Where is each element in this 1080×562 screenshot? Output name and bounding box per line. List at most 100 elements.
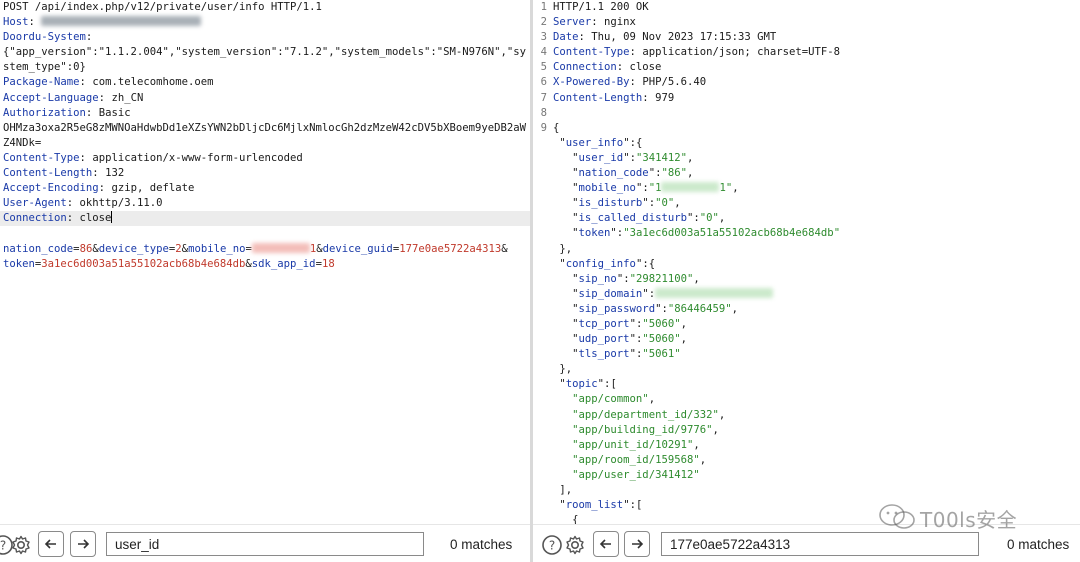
arrow-right-icon	[632, 539, 644, 549]
param-key: nation_code	[3, 242, 74, 255]
json-key: room_list	[565, 499, 624, 512]
header-value: Basic	[98, 106, 131, 119]
param-value: 18	[321, 257, 335, 270]
json-line: "app/building_id/9776",	[533, 423, 1080, 438]
header-value: okhttp/3.11.0	[79, 197, 163, 210]
header-separator: :	[79, 76, 93, 89]
request-pane: POST /api/index.php/v12/private/user/inf…	[0, 0, 530, 562]
header-separator: :	[629, 76, 643, 89]
json-line: "config_info":{	[533, 257, 1080, 272]
header-name: Content-Length	[3, 167, 93, 180]
json-quote: ":	[686, 212, 700, 225]
json-bracket: {	[648, 257, 656, 270]
json-comma: ,	[674, 197, 681, 210]
settings-gear-icon[interactable]	[564, 534, 586, 556]
request-text: Z4NDk=	[3, 136, 42, 149]
json-line: "user_info":{	[533, 136, 1080, 151]
json-key: tcp_port	[578, 317, 630, 330]
wechat-logo-icon	[879, 504, 915, 529]
json-bracket: },	[559, 363, 573, 376]
json-key: topic	[565, 378, 598, 391]
next-match-button[interactable]	[624, 531, 650, 557]
header-name: Accept-Language	[3, 91, 99, 104]
request-text: OHMza3oxa2R5eG8zMWNOaHdwbDd1eXZsYWN2bDlj…	[3, 121, 526, 134]
json-bracket: {	[572, 514, 579, 524]
json-string: app/building_id/9776	[578, 423, 707, 436]
json-key: is_disturb	[578, 197, 643, 210]
json-comma: ,	[718, 408, 726, 421]
response-line: 7 Content-Length: 979	[533, 91, 1080, 106]
json-string: 5061	[648, 348, 675, 361]
json-quote: "	[674, 348, 681, 361]
json-string: 86446459	[674, 302, 726, 315]
header-value: close	[79, 212, 112, 225]
json-line: },	[533, 362, 1080, 377]
json-string: 86	[667, 167, 681, 180]
header-separator: :	[66, 212, 80, 225]
header-name: Authorization	[3, 106, 86, 119]
param-eq: =	[245, 242, 252, 255]
header-separator: :	[591, 16, 605, 29]
param-key: token	[3, 257, 35, 270]
json-comma: ,	[693, 438, 700, 451]
header-name: Accept-Encoding	[3, 182, 99, 195]
request-match-count: 0 matches	[450, 537, 513, 552]
header-value: zh_CN	[111, 91, 144, 104]
param-key: sdk_app_id	[251, 257, 316, 270]
svg-text:?: ?	[0, 539, 6, 553]
json-line: "sip_password":"86446459",	[533, 302, 1080, 317]
json-comma: ,	[680, 317, 688, 330]
request-line	[0, 226, 530, 241]
param-amp: &	[501, 242, 508, 255]
request-text: {"app_version":"1.1.2.004","system_versi…	[3, 46, 526, 59]
request-search-input[interactable]	[106, 532, 424, 556]
next-match-button[interactable]	[70, 531, 96, 557]
json-quote: ":	[642, 287, 656, 300]
json-quote: ":	[635, 257, 649, 270]
json-line: "udp_port":"5060",	[533, 332, 1080, 347]
json-line: },	[533, 242, 1080, 257]
json-comma: ,	[699, 453, 707, 466]
param-value: 3a1ec6d003a51a55102acb68b4e684db	[41, 257, 246, 270]
header-name: Connection	[3, 212, 67, 225]
line-number: 4	[540, 46, 547, 59]
response-editor[interactable]: 1 HTTP/1.1 200 OK 2 Server: nginx 3 Date: Thu…	[533, 0, 1080, 524]
help-icon[interactable]: ?	[541, 534, 563, 556]
request-line: Accept-Encoding: gzip, deflate	[0, 181, 530, 196]
json-string: 5060	[648, 317, 675, 330]
previous-match-button[interactable]	[38, 531, 64, 557]
line-number: 6	[540, 76, 547, 89]
line-number: 9	[540, 121, 547, 134]
response-line: 5 Connection: close	[533, 60, 1080, 75]
json-quote: "	[693, 468, 700, 481]
json-comma: ,	[687, 167, 694, 180]
json-quote: ":	[635, 182, 649, 195]
line-number: 5	[540, 61, 547, 74]
json-comma: ,	[718, 212, 726, 225]
previous-match-button[interactable]	[593, 531, 619, 557]
json-bracket: [	[610, 378, 617, 391]
header-value: application/x-www-form-urlencoded	[92, 151, 303, 164]
json-comma: ,	[648, 393, 656, 406]
header-separator: :	[98, 91, 112, 104]
param-value: 86	[79, 242, 93, 255]
request-line: Doordu-System:	[0, 30, 530, 45]
json-quote: ":	[610, 227, 624, 240]
request-editor[interactable]: POST /api/index.php/v12/private/user/inf…	[0, 0, 530, 524]
json-key: udp_port	[578, 333, 630, 346]
line-number: 2	[540, 16, 547, 29]
json-comma: ,	[732, 182, 739, 195]
json-quote: ":	[616, 272, 630, 285]
response-line: 3 Date: Thu, 09 Nov 2023 17:15:33 GMT	[533, 30, 1080, 45]
json-quote: ":	[648, 167, 662, 180]
request-line: {"app_version":"1.1.2.004","system_versi…	[0, 45, 530, 60]
json-quote: ":	[623, 499, 636, 512]
json-line: "tls_port":"5061"	[533, 347, 1080, 362]
settings-gear-icon[interactable]	[10, 534, 32, 556]
json-string: 5060	[648, 333, 675, 346]
line-number: 3	[540, 31, 547, 44]
